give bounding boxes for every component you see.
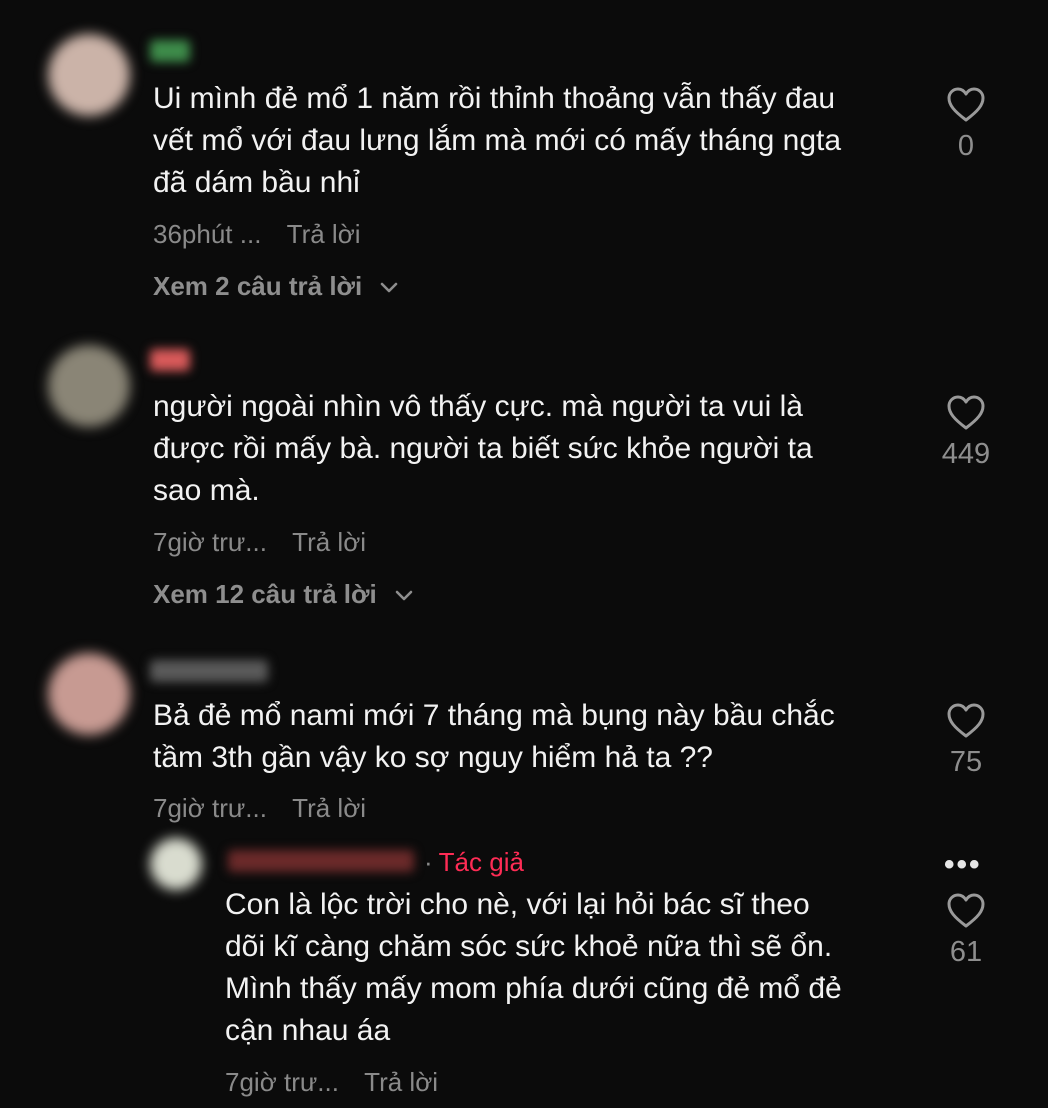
- comment-text: Bả đẻ mổ nami mới 7 tháng mà bụng này bầ…: [153, 695, 835, 779]
- username-blurred[interactable]: [150, 660, 268, 682]
- avatar[interactable]: [150, 838, 202, 890]
- chevron-down-icon: [381, 282, 398, 293]
- comment-text: người ngoài nhìn vô thấy cực. mà người t…: [153, 386, 813, 512]
- view-replies-label: Xem 12 câu trả lời: [153, 579, 377, 609]
- comment-meta: 7giờ trư... Trả lời: [153, 527, 366, 558]
- heart-icon: [947, 395, 985, 430]
- like-button[interactable]: 61: [926, 892, 1006, 969]
- reply-button[interactable]: Trả lời: [292, 527, 366, 558]
- more-options-button[interactable]: •••: [944, 848, 982, 882]
- reply-button[interactable]: Trả lời: [364, 1067, 438, 1098]
- timestamp: 7giờ trư...: [225, 1067, 339, 1097]
- reply-line: cận nhau áa: [225, 1014, 391, 1047]
- avatar[interactable]: [48, 653, 130, 735]
- author-label: Tác giả: [438, 847, 524, 877]
- like-count: 449: [941, 438, 991, 470]
- reply-line: dõi kĩ càng chăm sóc sức khoẻ nữa thì sẽ…: [225, 930, 833, 963]
- comment-line: Bả đẻ mổ nami mới 7 tháng mà bụng này bầ…: [153, 699, 835, 732]
- username-blurred[interactable]: [150, 40, 190, 62]
- chevron-down-icon: [395, 590, 413, 601]
- heart-icon: [947, 703, 985, 738]
- comment-line: đã dám bầu nhỉ: [153, 166, 360, 199]
- reply-button[interactable]: Trả lời: [287, 219, 361, 250]
- author-badge: · Tác giả: [424, 847, 524, 877]
- timestamp: 7giờ trư...: [153, 527, 267, 557]
- reply-meta: 7giờ trư... Trả lời: [225, 1067, 438, 1098]
- reply-button[interactable]: Trả lời: [292, 793, 366, 824]
- reply-line: Con là lộc trời cho nè, với lại hỏi bác …: [225, 888, 810, 921]
- view-replies-label: Xem 2 câu trả lời: [153, 271, 363, 301]
- comment-meta: 36phút ... Trả lời: [153, 219, 361, 250]
- avatar[interactable]: [48, 34, 130, 116]
- view-replies-button[interactable]: Xem 2 câu trả lời: [153, 271, 399, 302]
- heart-icon: [947, 893, 985, 928]
- username-blurred[interactable]: [150, 349, 190, 371]
- like-count: 75: [949, 746, 983, 778]
- comment-line: Ui mình đẻ mổ 1 năm rồi thỉnh thoảng vẫn…: [153, 82, 836, 115]
- view-replies-button[interactable]: Xem 12 câu trả lời: [153, 579, 414, 610]
- like-count: 0: [957, 130, 975, 162]
- username-blurred[interactable]: [228, 850, 414, 872]
- like-button[interactable]: 449: [926, 394, 1006, 471]
- comment-line: tầm 3th gần vậy ko sợ nguy hiểm hả ta ??: [153, 741, 713, 774]
- comment-line: người ngoài nhìn vô thấy cực. mà người t…: [153, 390, 803, 423]
- avatar[interactable]: [48, 345, 130, 427]
- like-button[interactable]: 75: [926, 702, 1006, 779]
- comment-line: vết mổ với đau lưng lắm mà mới có mấy th…: [153, 124, 842, 157]
- comment-line: được rồi mấy bà. người ta biết sức khỏe …: [153, 432, 813, 465]
- like-count: 61: [949, 936, 983, 968]
- reply-line: Mình thấy mấy mom phía dưới cũng đẻ mổ đ…: [225, 972, 842, 1005]
- heart-icon: [947, 87, 985, 122]
- reply-text: Con là lộc trời cho nè, với lại hỏi bác …: [225, 884, 842, 1052]
- comment-meta: 7giờ trư... Trả lời: [153, 793, 366, 824]
- timestamp: 36phút ...: [153, 219, 262, 249]
- comment-line: sao mà.: [153, 474, 260, 507]
- timestamp: 7giờ trư...: [153, 793, 267, 823]
- comment-text: Ui mình đẻ mổ 1 năm rồi thỉnh thoảng vẫn…: [153, 78, 841, 204]
- like-button[interactable]: 0: [926, 86, 1006, 163]
